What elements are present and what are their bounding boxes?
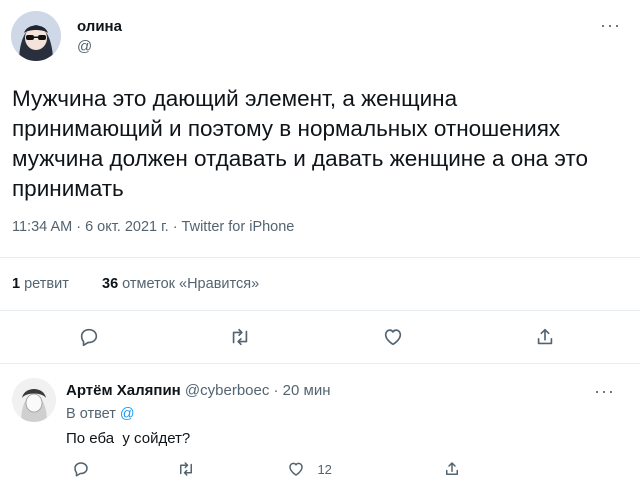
retweet-icon: [232, 328, 248, 346]
reply-icon: [80, 328, 98, 347]
reply-text: По еба у сойдет?: [66, 430, 191, 447]
tweet-text: Мужчина это дающий элемент, а женщина пр…: [12, 86, 588, 201]
like-stats[interactable]: 36 отметок «Нравится»: [102, 276, 259, 292]
sketch-avatar-icon: [12, 378, 56, 422]
tweet-meta: 11:34 AM · 6 окт. 2021 г. · Twitter for …: [12, 219, 295, 235]
tweet-author-handle[interactable]: @: [77, 38, 92, 55]
like-icon: [384, 329, 402, 346]
retweet-stats[interactable]: 1 ретвит: [12, 276, 69, 292]
share-icon: [446, 462, 458, 475]
reply-reply-button[interactable]: [72, 460, 90, 483]
in-reply-to-label: В ответ: [66, 406, 116, 422]
retweets-count: 1: [12, 276, 21, 292]
reply-context: В ответ @: [66, 406, 135, 422]
retweets-label: ретвит: [24, 276, 69, 292]
reply-icon: [74, 462, 88, 477]
reply-likes-count: 12: [317, 461, 332, 477]
reply-header: Артём Халяпин @cyberboec · 20 мин: [66, 382, 331, 399]
like-icon: [289, 462, 303, 476]
share-icon: [537, 328, 553, 345]
divider: [0, 257, 640, 258]
reply-author-avatar[interactable]: [12, 378, 56, 422]
retweet-button[interactable]: [228, 326, 252, 353]
reply-time[interactable]: · 20 мин: [274, 382, 331, 399]
share-button[interactable]: [534, 326, 556, 353]
reply-more-icon[interactable]: ···: [594, 382, 615, 400]
reply-author-handle[interactable]: @cyberboec: [185, 382, 269, 399]
reply-author-name[interactable]: Артём Халяпин: [66, 382, 181, 399]
likes-label: отметок «Нравится»: [122, 276, 260, 292]
like-button[interactable]: [382, 326, 404, 353]
likes-count: 36: [102, 276, 119, 292]
tweet-author-name[interactable]: олина: [77, 18, 122, 35]
in-reply-to-handle[interactable]: @: [120, 406, 135, 422]
divider: [0, 310, 640, 311]
reply-share-button[interactable]: [443, 460, 461, 483]
anime-avatar-icon: [11, 11, 61, 61]
more-horizontal-icon[interactable]: ···: [600, 16, 621, 34]
reply-retweet-button[interactable]: [176, 460, 196, 483]
tweet-author-avatar[interactable]: [11, 11, 61, 61]
divider: [0, 363, 640, 364]
reply-button[interactable]: [78, 326, 100, 353]
reply-like-button[interactable]: 12: [287, 460, 332, 478]
retweet-icon: [180, 462, 192, 476]
